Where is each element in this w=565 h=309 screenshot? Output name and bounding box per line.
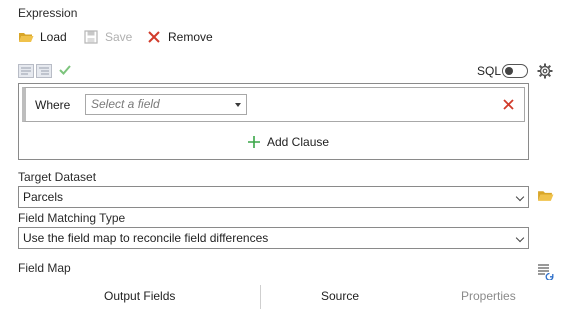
field-map-label: Field Map bbox=[18, 261, 71, 275]
field-matching-combo[interactable]: Use the field map to reconcile field dif… bbox=[18, 227, 529, 249]
remove-button[interactable]: Remove bbox=[146, 28, 213, 46]
chevron-down-icon bbox=[515, 192, 525, 202]
column-divider bbox=[260, 285, 261, 309]
add-clause-button[interactable]: Add Clause bbox=[248, 135, 329, 149]
remove-label: Remove bbox=[168, 30, 213, 44]
field-matching-value: Use the field map to reconcile field dif… bbox=[23, 231, 269, 245]
expression-builder: Where Select a field Add Clause bbox=[18, 83, 529, 160]
verify-check-icon[interactable] bbox=[58, 63, 72, 77]
remove-x-icon bbox=[148, 31, 160, 43]
field-map-options-icon[interactable] bbox=[537, 263, 555, 280]
sql-mode-icon[interactable] bbox=[36, 64, 52, 78]
dropdown-caret-icon bbox=[235, 103, 241, 107]
clause-mode-icon[interactable] bbox=[18, 64, 34, 78]
where-clause-row: Where Select a field bbox=[22, 87, 525, 122]
add-clause-label: Add Clause bbox=[267, 135, 330, 149]
save-button[interactable]: Save bbox=[83, 28, 132, 46]
folder-open-icon bbox=[19, 33, 34, 42]
sql-label: SQL bbox=[477, 64, 502, 78]
tab-source[interactable]: Source bbox=[321, 289, 359, 303]
sql-toggle-knob bbox=[505, 67, 513, 75]
where-label: Where bbox=[35, 98, 71, 112]
chevron-down-icon bbox=[515, 233, 525, 243]
plus-icon bbox=[248, 136, 260, 148]
target-dataset-value: Parcels bbox=[23, 190, 64, 204]
field-select-placeholder: Select a field bbox=[91, 97, 160, 111]
settings-gear-icon[interactable] bbox=[537, 63, 553, 79]
save-label: Save bbox=[105, 30, 133, 44]
load-button[interactable]: Load bbox=[18, 28, 67, 46]
expression-title: Expression bbox=[18, 6, 78, 20]
load-label: Load bbox=[40, 30, 67, 44]
save-icon bbox=[84, 30, 98, 44]
sql-toggle[interactable] bbox=[502, 64, 528, 78]
browse-folder-icon[interactable] bbox=[537, 188, 554, 203]
target-dataset-label: Target Dataset bbox=[18, 170, 97, 184]
field-select[interactable]: Select a field bbox=[85, 94, 247, 115]
field-matching-label: Field Matching Type bbox=[18, 211, 126, 225]
remove-clause-icon[interactable] bbox=[503, 99, 514, 110]
target-dataset-combo[interactable]: Parcels bbox=[18, 186, 529, 208]
output-fields-header[interactable]: Output Fields bbox=[104, 289, 175, 303]
tab-properties[interactable]: Properties bbox=[461, 289, 516, 303]
